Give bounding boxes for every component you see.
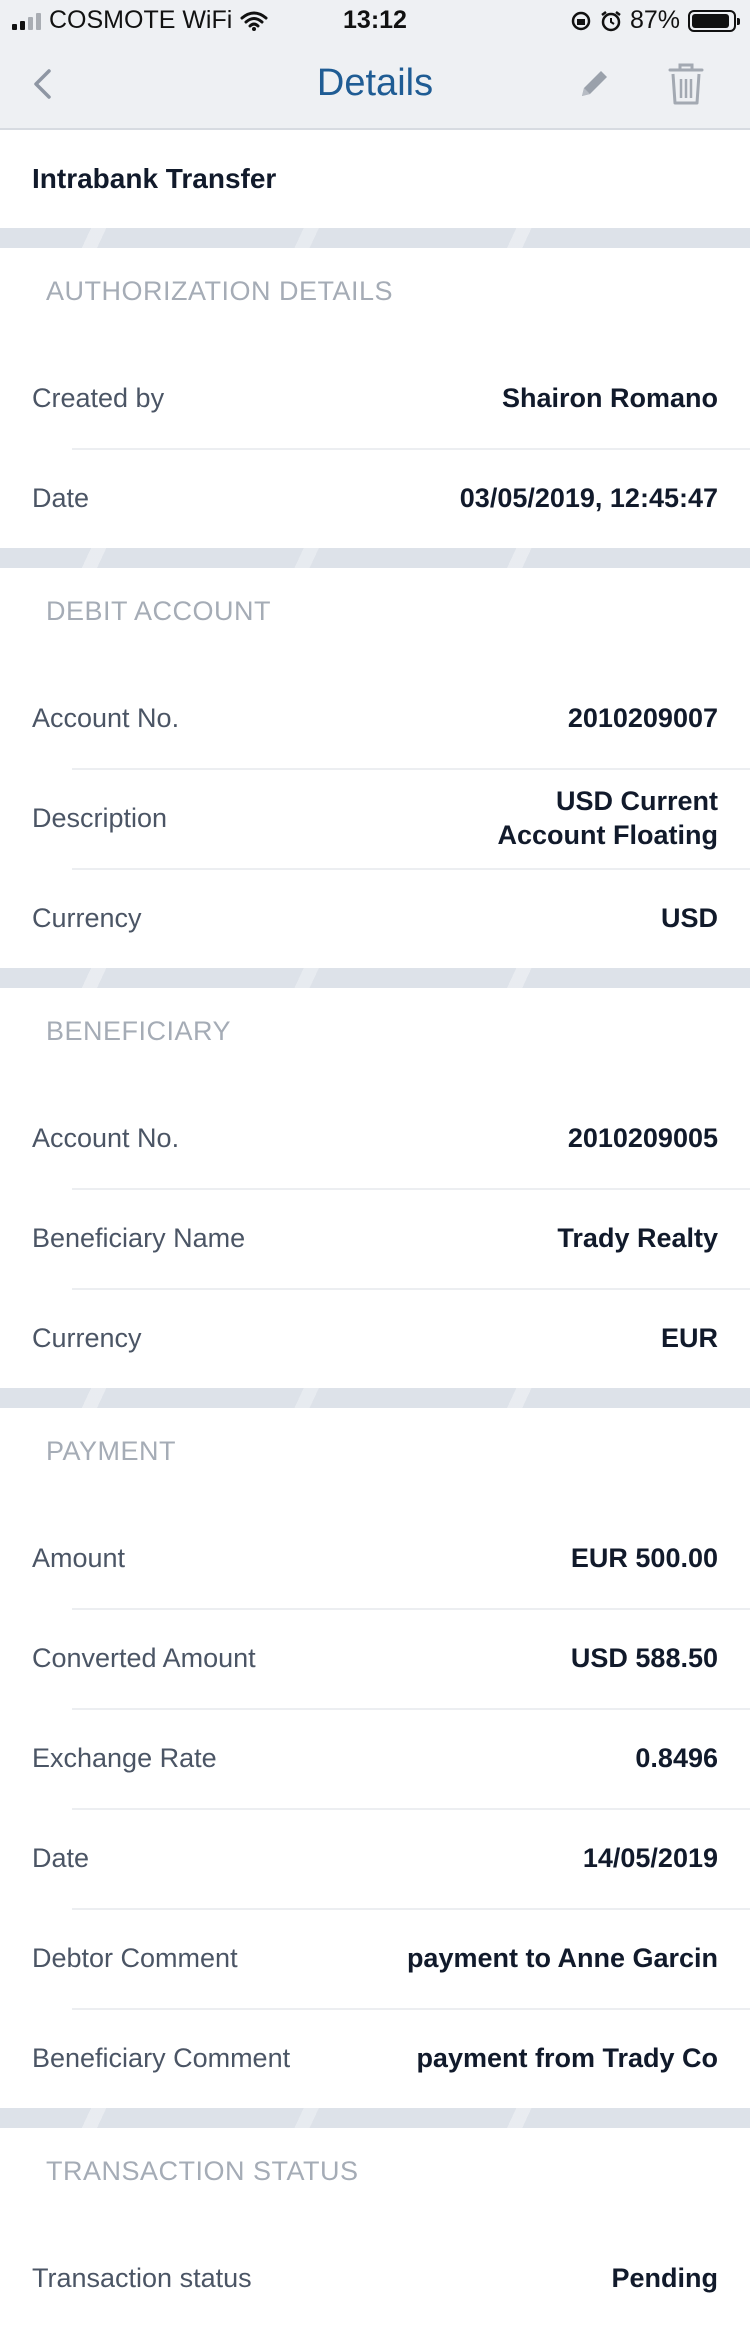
row-value: 2010209007 bbox=[567, 702, 718, 733]
nav-bar: Details bbox=[0, 42, 750, 130]
row-value: USD Current Account Floating bbox=[497, 786, 718, 850]
detail-row: Amount EUR 500.00 bbox=[0, 1508, 750, 1608]
section-separator bbox=[0, 548, 750, 568]
detail-row: Exchange Rate 0.8496 bbox=[0, 1708, 750, 1808]
status-right: 87% bbox=[570, 6, 740, 35]
row-value: EUR 500.00 bbox=[570, 1542, 718, 1573]
row-label: Converted Amount bbox=[32, 1642, 256, 1673]
row-label: Debtor Comment bbox=[32, 1942, 238, 1973]
detail-row: Beneficiary Name Trady Realty bbox=[0, 1188, 750, 1288]
status-bar: COSMOTE WiFi 13:12 87% bbox=[0, 0, 750, 42]
battery-percent: 87% bbox=[629, 6, 680, 34]
detail-row: Date 14/05/2019 bbox=[0, 1808, 750, 1908]
detail-row: Beneficiary Comment payment from Trady C… bbox=[0, 2008, 750, 2108]
section-title: PAYMENT bbox=[46, 1436, 177, 1466]
section-separator bbox=[0, 968, 750, 988]
row-label: Beneficiary Name bbox=[32, 1222, 246, 1253]
page-title: Details bbox=[316, 62, 434, 104]
row-value: Shairon Romano bbox=[501, 382, 718, 413]
row-value: EUR bbox=[660, 1322, 718, 1353]
row-value: USD 588.50 bbox=[570, 1642, 718, 1673]
row-label: Currency bbox=[32, 1322, 142, 1353]
authorization-section: AUTHORIZATION DETAILS Created by Shairon… bbox=[0, 248, 750, 548]
row-label: Beneficiary Comment bbox=[32, 2042, 291, 2073]
transfer-type: Intrabank Transfer bbox=[32, 163, 277, 194]
row-value: payment to Anne Garcin bbox=[406, 1942, 718, 1973]
delete-button[interactable] bbox=[664, 60, 708, 108]
row-label: Account No. bbox=[32, 702, 180, 733]
section-separator bbox=[0, 228, 750, 248]
row-value: USD bbox=[660, 902, 718, 933]
row-value: 2010209005 bbox=[567, 1122, 718, 1153]
detail-row: Currency USD bbox=[0, 868, 750, 968]
status-value: Pending bbox=[611, 2262, 719, 2293]
row-label: Amount bbox=[32, 1542, 126, 1573]
trash-icon bbox=[668, 63, 704, 105]
section-title: BENEFICIARY bbox=[46, 1016, 232, 1046]
detail-row: Transaction status Pending bbox=[0, 2228, 750, 2328]
beneficiary-section: BENEFICIARY Account No. 2010209005 Benef… bbox=[0, 988, 750, 1388]
row-value: 0.8496 bbox=[635, 1742, 718, 1773]
detail-row: Description USD Current Account Floating bbox=[0, 768, 750, 868]
row-value: Trady Realty bbox=[557, 1222, 718, 1253]
detail-row: Account No. 2010209005 bbox=[0, 1088, 750, 1188]
payment-section: PAYMENT Amount EUR 500.00 Converted Amou… bbox=[0, 1408, 750, 2108]
alarm-icon bbox=[601, 10, 621, 31]
row-label: Exchange Rate bbox=[32, 1742, 217, 1773]
rotation-lock-icon bbox=[571, 11, 591, 30]
edit-button[interactable] bbox=[572, 62, 616, 106]
section-separator bbox=[0, 1388, 750, 1408]
row-label: Date bbox=[32, 482, 90, 513]
pencil-icon bbox=[582, 71, 607, 96]
section-title: AUTHORIZATION DETAILS bbox=[46, 276, 394, 306]
row-value: payment from Trady Co bbox=[416, 2042, 718, 2073]
row-value: 03/05/2019, 12:45:47 bbox=[459, 482, 718, 513]
detail-row: Created by Shairon Romano bbox=[0, 348, 750, 448]
detail-row: Account No. 2010209007 bbox=[0, 668, 750, 768]
row-label: Transaction status bbox=[32, 2262, 252, 2293]
detail-row: Debtor Comment payment to Anne Garcin bbox=[0, 1908, 750, 2008]
section-title: DEBIT ACCOUNT bbox=[46, 596, 272, 626]
row-label: Description bbox=[32, 802, 168, 833]
section-title: TRANSACTION STATUS bbox=[46, 2156, 359, 2186]
row-label: Account No. bbox=[32, 1122, 180, 1153]
debit-account-section: DEBIT ACCOUNT Account No. 2010209007 Des… bbox=[0, 568, 750, 968]
row-label: Created by bbox=[32, 382, 165, 413]
section-separator bbox=[0, 2108, 750, 2128]
detail-row: Date 03/05/2019, 12:45:47 bbox=[0, 448, 750, 548]
row-label: Date bbox=[32, 1842, 90, 1873]
transaction-status-section: TRANSACTION STATUS Transaction status Pe… bbox=[0, 2128, 750, 2328]
detail-row: Converted Amount USD 588.50 bbox=[0, 1608, 750, 1708]
detail-row: Currency EUR bbox=[0, 1288, 750, 1388]
row-label: Currency bbox=[32, 902, 142, 933]
row-value: 14/05/2019 bbox=[582, 1842, 718, 1873]
battery-icon bbox=[688, 9, 740, 32]
